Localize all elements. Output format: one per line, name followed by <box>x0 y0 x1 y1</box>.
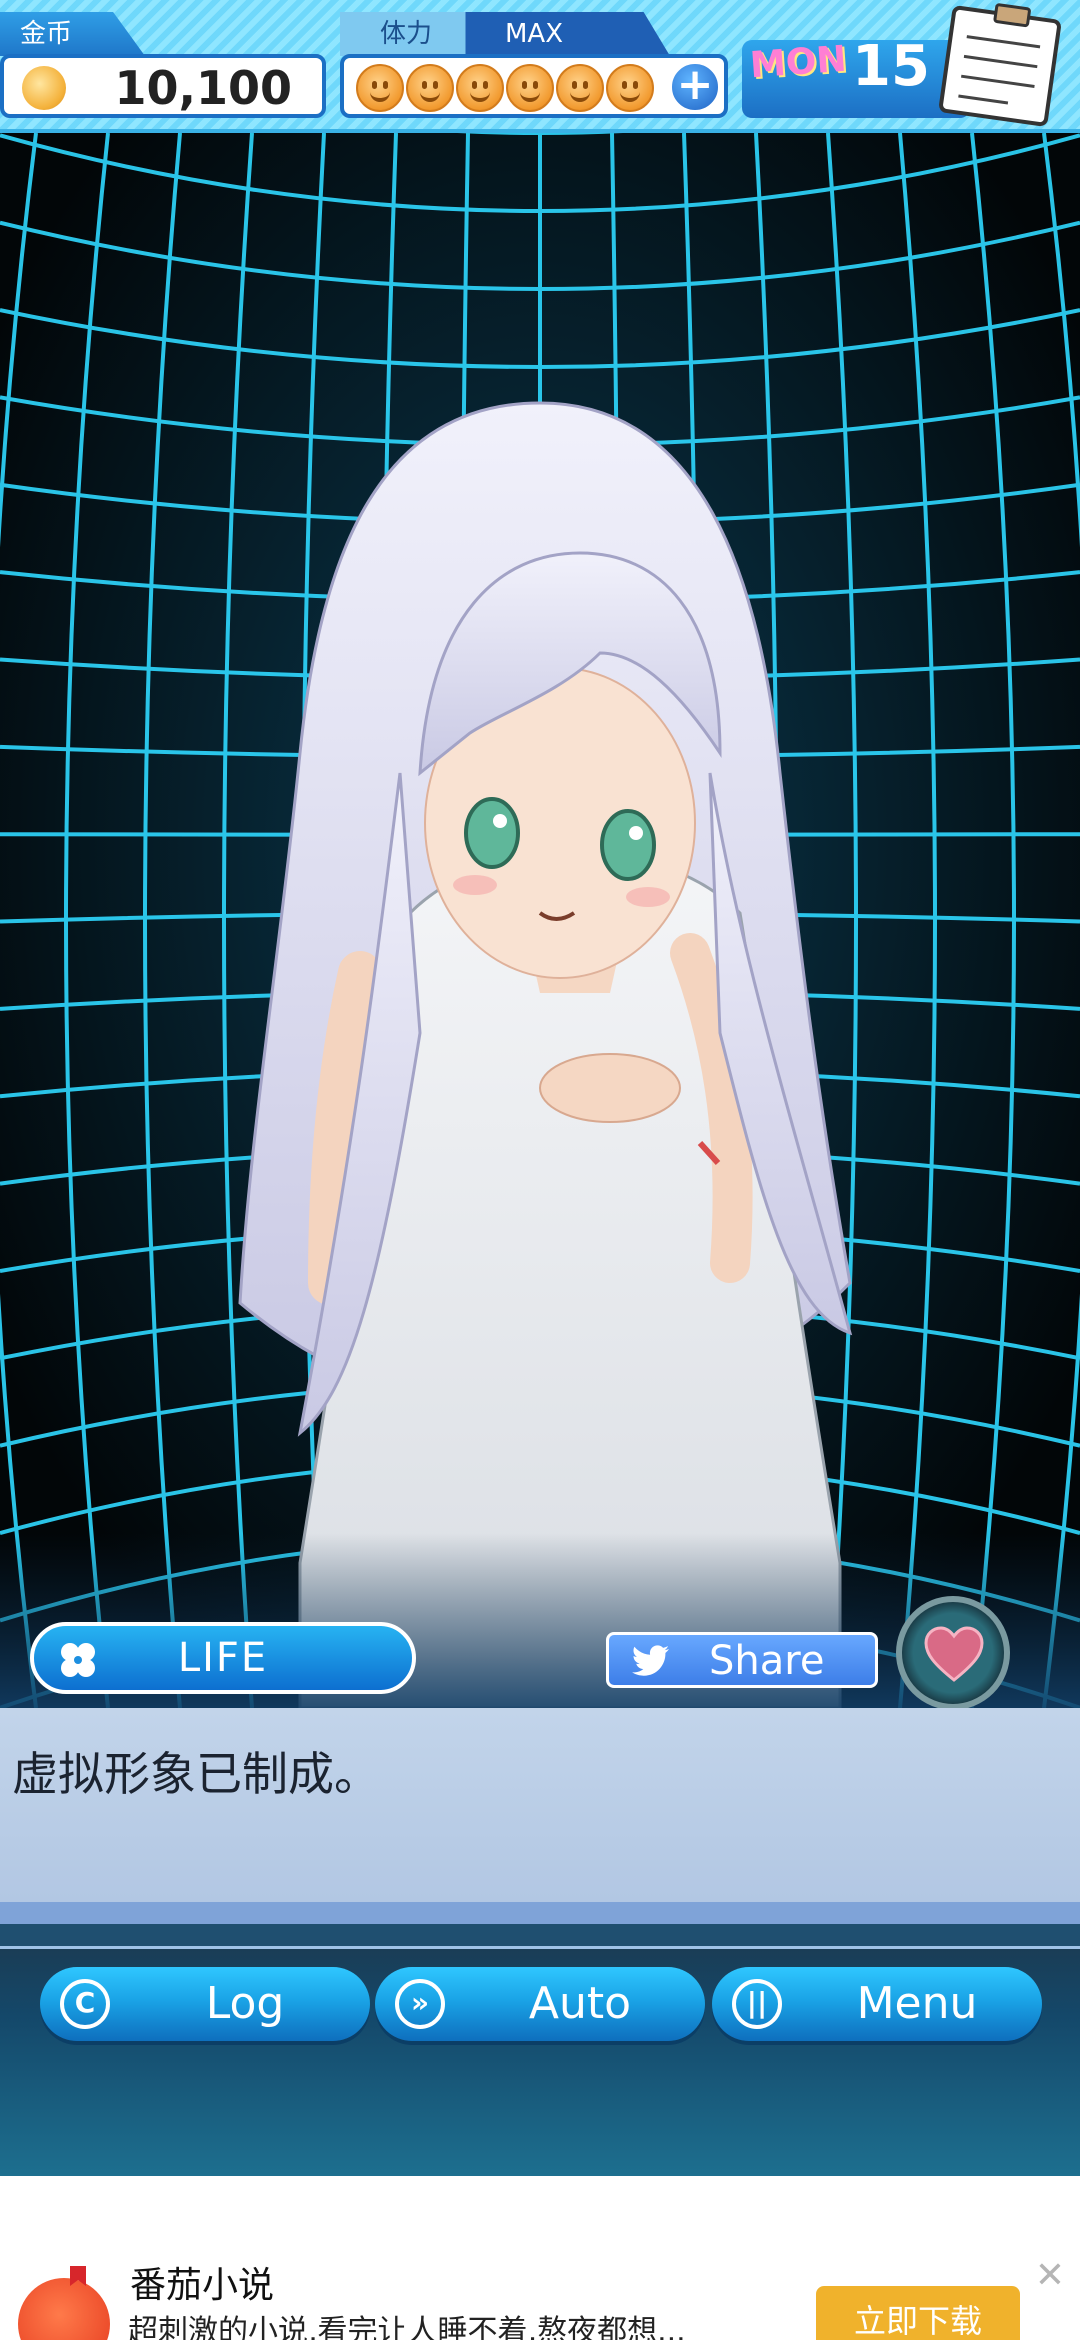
app-logo-icon <box>18 2278 110 2340</box>
character-eye-left <box>464 797 520 869</box>
character-eye-highlight <box>493 814 507 828</box>
menu-label: Menu <box>856 1978 978 2029</box>
stamina-smiley-icon <box>506 64 554 112</box>
coins-tab: 金币 <box>0 12 145 56</box>
day-display: MON 15 <box>742 34 970 118</box>
coins-value: 10,100 <box>114 61 292 115</box>
dialogue-box[interactable]: 虚拟形象已制成。 <box>0 1708 1080 1902</box>
share-button[interactable]: Share <box>606 1632 878 1688</box>
auto-button[interactable]: » Auto <box>375 1967 705 2041</box>
stamina-smiley-icon <box>606 64 654 112</box>
life-label: LIFE <box>177 1635 269 1681</box>
stamina-smiley-icon <box>456 64 504 112</box>
character-eye-highlight <box>629 826 643 840</box>
log-button[interactable]: C Log <box>40 1967 370 2041</box>
game-screen: 金币 10,100 体力 MAX + MON 15 LIFE Share 虚拟形… <box>0 0 1080 2340</box>
scene-view[interactable] <box>0 133 1080 1708</box>
stamina-label: 体力 <box>380 19 433 49</box>
stamina-smiley-icon <box>356 64 404 112</box>
top-hud: 金币 10,100 体力 MAX + MON 15 <box>0 0 1080 133</box>
stamina-status: MAX <box>505 19 564 49</box>
add-stamina-button[interactable]: + <box>668 60 722 114</box>
pause-icon: || <box>732 1979 782 2029</box>
notepad-line <box>958 94 1009 105</box>
ad-banner[interactable]: 番茄小说 超刺激的小说,看完让人睡不着,熬夜都想... 立即下载 ✕ <box>0 2176 1080 2340</box>
notepad-icon[interactable] <box>938 2 1062 128</box>
ad-download-button[interactable]: 立即下载 <box>816 2286 1020 2340</box>
character-eye-right <box>600 809 656 881</box>
coins-label: 金币 <box>20 19 73 49</box>
twitter-icon <box>632 1645 669 1676</box>
stamina-tab: 体力 MAX <box>340 12 670 56</box>
log-label: Log <box>205 1978 285 2029</box>
fast-forward-icon: » <box>395 1979 445 2029</box>
stamina-smiley-icon <box>406 64 454 112</box>
notepad-line <box>966 35 1041 49</box>
menu-button[interactable]: || Menu <box>712 1967 1042 2041</box>
log-icon: C <box>60 1979 110 2029</box>
ad-description: 超刺激的小说,看完让人睡不着,熬夜都想... <box>128 2314 686 2340</box>
auto-label: Auto <box>528 1978 632 2029</box>
notepad-line <box>960 74 1035 88</box>
dialogue-text: 虚拟形象已制成。 <box>12 1747 380 1801</box>
share-label: Share <box>709 1638 825 1684</box>
day-number: 15 <box>852 34 930 99</box>
favorite-button[interactable] <box>896 1596 1010 1710</box>
close-icon[interactable]: ✕ <box>1032 2258 1068 2294</box>
day-name: MON <box>748 38 848 87</box>
notepad-clip <box>992 2 1032 28</box>
coin-icon <box>22 66 66 110</box>
notepad-line <box>963 54 1038 69</box>
character-blush <box>626 887 670 907</box>
control-bar: C Log » Auto || Menu <box>0 1946 1080 2176</box>
ad-app-name: 番茄小说 <box>130 2265 275 2306</box>
life-button[interactable]: LIFE <box>30 1622 416 1694</box>
coins-display: 10,100 <box>0 54 326 118</box>
character-blush <box>453 875 497 895</box>
dialogue-bottom-bar <box>0 1902 1080 1924</box>
character-hand <box>539 1053 681 1123</box>
stamina-smiley-icon <box>556 64 604 112</box>
scene-art <box>0 133 1080 1708</box>
dialogue-divider <box>0 1924 1080 1946</box>
heart-icon <box>924 1626 984 1682</box>
